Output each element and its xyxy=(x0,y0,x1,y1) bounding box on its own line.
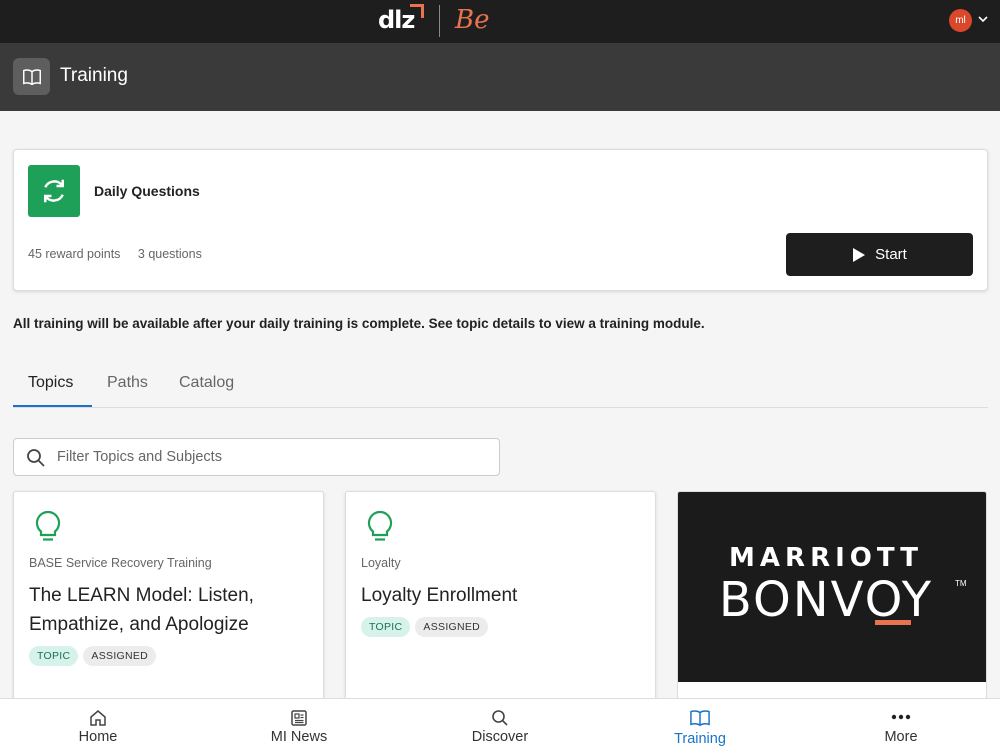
trademark-symbol: TM xyxy=(955,579,967,588)
tab-topics[interactable]: Topics xyxy=(28,374,73,392)
filter-search-box xyxy=(13,438,500,476)
active-tab-indicator xyxy=(13,405,92,407)
assigned-badge: ASSIGNED xyxy=(83,646,157,666)
avatar[interactable]: ml xyxy=(949,9,972,32)
nav-mi-news[interactable]: MI News xyxy=(229,699,369,750)
filter-input[interactable] xyxy=(57,439,487,475)
nav-discover-label: Discover xyxy=(471,729,529,745)
topic-card[interactable]: BASE Service Recovery Training The LEARN… xyxy=(13,491,324,701)
page-header: Training xyxy=(0,43,1000,111)
dlz-logo: dlz xyxy=(378,6,415,34)
daily-questions-card: Daily Questions 45 reward points 3 quest… xyxy=(13,149,988,291)
badge-group: TOPIC ASSIGNED xyxy=(361,617,489,637)
topic-title: The LEARN Model: Listen, Empathize, and … xyxy=(29,585,254,635)
question-count: 3 questions xyxy=(137,247,202,261)
home-icon xyxy=(90,710,106,726)
chevron-down-icon[interactable] xyxy=(976,12,990,26)
play-icon xyxy=(853,247,866,262)
book-icon xyxy=(13,58,50,95)
nav-home[interactable]: Home xyxy=(28,699,168,750)
more-dots-icon xyxy=(891,714,911,720)
tab-catalog[interactable]: Catalog xyxy=(179,374,234,392)
assigned-badge: ASSIGNED xyxy=(415,617,489,637)
tab-bar: Topics Paths Catalog xyxy=(13,362,988,408)
start-button[interactable]: Start xyxy=(786,233,973,276)
nav-training[interactable]: Training xyxy=(630,699,770,750)
book-icon xyxy=(690,710,710,727)
topic-card[interactable]: Loyalty Loyalty Enrollment TOPIC ASSIGNE… xyxy=(345,491,656,701)
topic-badge: TOPIC xyxy=(361,617,411,637)
lightbulb-icon xyxy=(367,510,393,541)
topic-title: Loyalty Enrollment xyxy=(361,585,518,606)
refresh-icon xyxy=(28,165,80,217)
training-notice: All training will be available after you… xyxy=(13,316,705,331)
brand-line-1: MARRIOTT xyxy=(729,543,923,573)
daily-meta: 45 reward points 3 questions xyxy=(28,247,202,261)
topic-category: Loyalty xyxy=(361,556,401,570)
topic-category: BASE Service Recovery Training xyxy=(29,556,212,570)
daily-questions-title: Daily Questions xyxy=(94,183,200,199)
top-bar: dlz Be ml xyxy=(0,0,1000,43)
nav-more-label: More xyxy=(884,729,918,745)
search-icon xyxy=(492,710,508,726)
be-logo: Be xyxy=(455,5,490,35)
page-title: Training xyxy=(60,65,128,86)
lightbulb-icon xyxy=(35,510,61,541)
brand-line-2: BONVOY xyxy=(718,572,934,628)
tab-paths[interactable]: Paths xyxy=(107,374,148,392)
nav-more[interactable]: More xyxy=(831,699,971,750)
marriott-bonvoy-image: MARRIOTT BONVOY TM xyxy=(678,492,986,682)
start-button-label: Start xyxy=(875,246,907,263)
nav-discover[interactable]: Discover xyxy=(430,699,570,750)
dlz-logo-mark xyxy=(410,4,424,18)
bottom-navigation: Home MI News Discover Training More xyxy=(0,698,1000,750)
topic-badge: TOPIC xyxy=(29,646,79,666)
nav-training-label: Training xyxy=(674,731,726,747)
reward-points: 45 reward points xyxy=(28,247,121,261)
marriott-bonvoy-card[interactable]: MARRIOTT BONVOY TM xyxy=(677,491,987,701)
search-icon xyxy=(27,449,45,467)
nav-mi-news-label: MI News xyxy=(270,729,328,745)
nav-home-label: Home xyxy=(78,729,118,745)
newspaper-icon xyxy=(291,710,307,726)
logo-divider xyxy=(439,5,440,37)
badge-group: TOPIC ASSIGNED xyxy=(29,646,157,666)
brand-accent-bar xyxy=(875,620,911,625)
